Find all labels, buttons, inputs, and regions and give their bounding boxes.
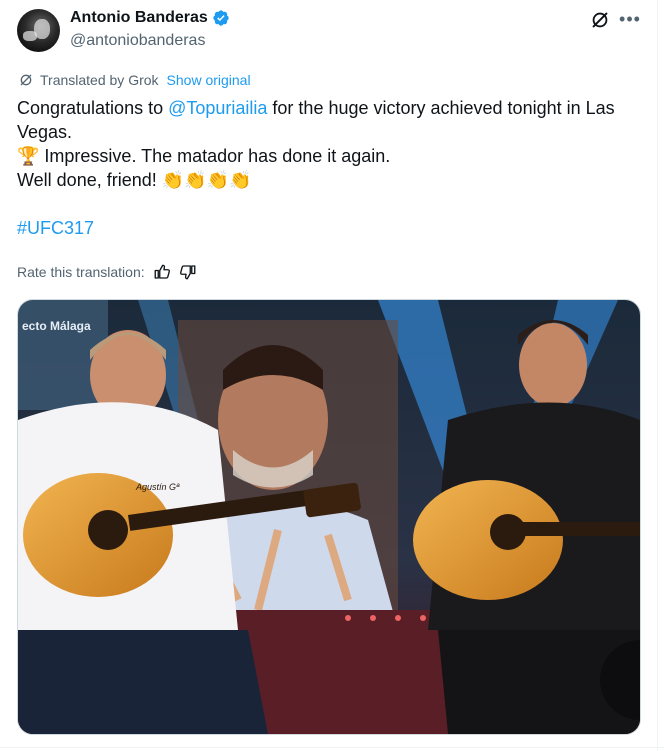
clap-emoji: 👏 <box>184 170 207 190</box>
author-name-row[interactable]: Antonio Banderas <box>70 9 230 27</box>
clap-emoji: 👏 <box>206 170 230 190</box>
photo-illustration: ecto Málaga Agustín Gª <box>18 300 640 734</box>
tweet-line-hashtag: #UFC317 <box>17 216 637 240</box>
trophy-emoji: 🏆 <box>17 146 40 166</box>
author-display-name[interactable]: Antonio Banderas <box>70 9 208 27</box>
rate-translation-label: Rate this translation: <box>17 264 145 280</box>
guitar-label: Agustín Gª <box>135 482 180 492</box>
hashtag-link[interactable]: #UFC317 <box>17 218 94 238</box>
grok-icon[interactable] <box>589 9 611 31</box>
tweet-text: Impressive. The matador has done it agai… <box>39 146 391 166</box>
tweet-line-2: 🏆 Impressive. The matador has done it ag… <box>17 144 637 168</box>
tweet-text: Congratulations to <box>17 98 169 118</box>
show-original-link[interactable]: Show original <box>167 72 251 88</box>
screen-sign: ecto Málaga <box>22 319 91 333</box>
mention-link[interactable]: @Topuriailia <box>168 98 267 118</box>
column-divider <box>657 0 658 751</box>
tweet-line-1: Congratulations to @Topuriailia for the … <box>17 96 637 144</box>
clap-emoji: 👏 <box>161 170 185 190</box>
tweet-bottom-divider <box>0 747 664 748</box>
author-handle[interactable]: @antoniobanderas <box>70 32 205 50</box>
tweet-text: Well done, friend! <box>17 170 162 190</box>
translation-notice-text: Translated by Grok <box>40 72 159 88</box>
avatar-hand <box>23 31 37 41</box>
thumbs-down-icon[interactable] <box>179 263 197 281</box>
translate-icon <box>20 74 32 86</box>
verified-icon <box>213 10 229 26</box>
tweet-line-3: Well done, friend! 👏👏👏👏 <box>17 168 637 192</box>
translation-notice: Translated by Grok Show original <box>18 72 251 88</box>
tweet-body: Congratulations to @Topuriailia for the … <box>17 96 637 240</box>
tweet-photo[interactable]: ecto Málaga Agustín Gª <box>17 299 641 735</box>
clap-emoji: 👏 <box>229 170 252 190</box>
rate-translation-row: Rate this translation: <box>17 263 197 281</box>
more-icon[interactable]: ••• <box>619 8 641 30</box>
thumbs-up-icon[interactable] <box>153 263 171 281</box>
avatar[interactable] <box>17 9 60 52</box>
